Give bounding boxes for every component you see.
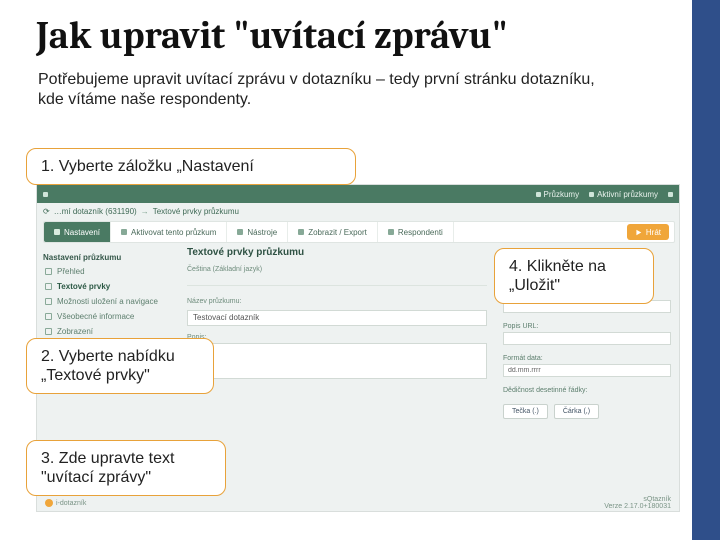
main-panel: Textové prvky průzkumu Čeština (Základní… — [187, 247, 487, 384]
survey-name-input[interactable] — [187, 310, 487, 326]
sidebar-item-save-nav[interactable]: Možnosti uložení a navigace — [43, 294, 179, 309]
topnav-label: Průzkumy — [544, 190, 580, 199]
desc-label: Popis: — [187, 334, 487, 341]
survey-desc-input[interactable] — [187, 343, 487, 379]
tab-settings[interactable]: Nastavení — [44, 222, 111, 242]
play-triangle-icon — [635, 229, 642, 236]
date-format-label: Formát data: — [503, 355, 671, 362]
tab-strip: Nastavení Aktivovat tento průzkum Nástro… — [43, 221, 675, 243]
url-desc-input[interactable] — [503, 332, 671, 345]
topnav-item[interactable] — [668, 192, 673, 197]
name-label: Název průzkumu: — [187, 298, 487, 305]
eye-icon — [45, 328, 52, 335]
chevron-right-icon: → — [141, 207, 149, 216]
divider — [187, 285, 487, 286]
date-format-input[interactable] — [503, 364, 671, 377]
brand-dot-icon — [45, 499, 53, 507]
footer-version: sQtazník Verze 2.17.0+180031 — [604, 496, 671, 510]
slide: Jak upravit "uvítací zprávu" Potřebujeme… — [0, 0, 720, 540]
users-icon — [388, 229, 394, 235]
url-desc-label: Popis URL: — [503, 323, 671, 330]
tab-label: Zobrazit / Export — [308, 228, 367, 237]
tab-label: Aktivovat tento průzkum — [131, 228, 216, 237]
footer-brand: i-dotazník — [45, 499, 86, 507]
play-button[interactable]: Hrát — [627, 224, 669, 240]
lang-label: Čeština (Základní jazyk) — [187, 266, 487, 273]
tab-label: Nástroje — [247, 228, 277, 237]
brand-name: i-dotazník — [56, 500, 86, 507]
callout-step-3: 3. Zde upravte text "uvítací zprávy" — [26, 440, 226, 496]
check-icon — [536, 192, 541, 197]
export-icon — [298, 229, 304, 235]
doc-icon — [45, 268, 52, 275]
callout-step-4: 4. Klikněte na „Uložit" — [494, 248, 654, 304]
decimal-dot-button[interactable]: Tečka (.) — [503, 404, 548, 419]
sidebar-item-text-elements[interactable]: Textové prvky — [43, 279, 179, 294]
gear-icon — [54, 229, 60, 235]
tab-respondents[interactable]: Respondenti — [378, 222, 454, 242]
text-icon — [45, 283, 52, 290]
user-icon — [668, 192, 673, 197]
sidebar-item-overview[interactable]: Přehled — [43, 264, 179, 279]
wrench-icon — [237, 229, 243, 235]
callout-step-2: 2. Vyberte nabídku „Textové prvky" — [26, 338, 214, 394]
tab-activate[interactable]: Aktivovat tento průzkum — [111, 222, 227, 242]
topnav-item[interactable]: Aktivní průzkumy — [589, 190, 658, 199]
sidebar-item-label: Přehled — [57, 267, 85, 276]
slide-subtitle: Potřebujeme upravit uvítací zprávu v dot… — [38, 70, 598, 110]
topnav-item[interactable]: Průzkumy — [536, 190, 580, 199]
panel-heading: Textové prvky průzkumu — [187, 247, 487, 258]
callout-step-1: 1. Vyberte záložku „Nastavení — [26, 148, 356, 185]
breadcrumb-item[interactable]: Textové prvky průzkumu — [153, 207, 239, 216]
sidebar-item-label: Zobrazení — [57, 327, 93, 336]
app-topbar: Průzkumy Aktivní průzkumy — [37, 185, 679, 203]
tab-label: Nastavení — [64, 228, 100, 237]
sidebar-item-general[interactable]: Všeobecné informace — [43, 309, 179, 324]
tab-label: Respondenti — [398, 228, 443, 237]
play-icon — [121, 229, 127, 235]
sidebar-group-title: Nastavení průzkumu — [43, 253, 179, 262]
save-icon — [45, 298, 52, 305]
tab-export[interactable]: Zobrazit / Export — [288, 222, 378, 242]
sidebar-item-label: Možnosti uložení a navigace — [57, 297, 158, 306]
breadcrumb: ⟳ …mí dotazník (631190) → Textové prvky … — [43, 207, 239, 216]
info-icon — [45, 313, 52, 320]
slide-title: Jak upravit "uvítací zprávu" — [36, 14, 508, 58]
decimal-comma-button[interactable]: Čárka (,) — [554, 404, 599, 419]
play-label: Hrát — [646, 228, 661, 237]
menu-icon[interactable] — [43, 192, 48, 197]
sidebar-item-label: Všeobecné informace — [57, 312, 134, 321]
accent-bar — [692, 0, 720, 540]
tab-tools[interactable]: Nástroje — [227, 222, 288, 242]
breadcrumb-item[interactable]: …mí dotazník (631190) — [54, 207, 137, 216]
app-footer: i-dotazník sQtazník Verze 2.17.0+180031 — [37, 495, 679, 511]
list-icon — [589, 192, 594, 197]
sidebar-item-label: Textové prvky — [57, 282, 110, 291]
reload-icon[interactable]: ⟳ — [43, 207, 50, 216]
topnav-label: Aktivní průzkumy — [597, 190, 658, 199]
decimal-label: Dědičnost desetinné řádky: — [503, 387, 671, 394]
sidebar-item-display[interactable]: Zobrazení — [43, 324, 179, 339]
